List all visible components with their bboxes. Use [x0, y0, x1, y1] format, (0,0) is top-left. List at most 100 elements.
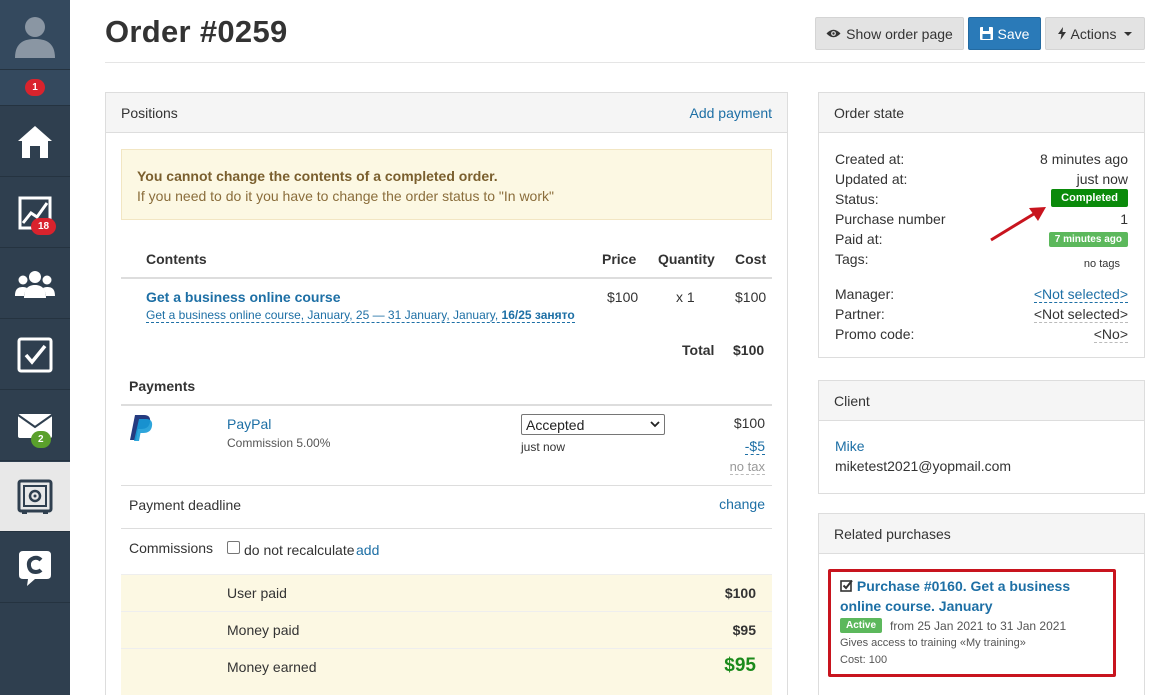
checkbox-icon: [17, 337, 53, 372]
save-button[interactable]: Save: [968, 17, 1041, 50]
alert-text: If you need to do it you have to change …: [137, 188, 554, 204]
order-state-header: Order state: [819, 93, 1144, 133]
item-offer-link[interactable]: Get a business online course, January, 2…: [146, 308, 575, 323]
purchase-link[interactable]: Purchase #0160. Get a business online co…: [840, 578, 1070, 614]
eye-icon: [826, 29, 841, 38]
positions-panel: Positions Add payment You cannot change …: [105, 92, 788, 695]
floppy-icon: [979, 27, 993, 40]
notifications[interactable]: 1: [0, 70, 70, 106]
user-icon: [15, 16, 55, 58]
commissions-label: Commissions: [129, 540, 214, 556]
users-icon: [15, 270, 55, 298]
purchase-title-row[interactable]: Purchase #0160. Get a business online co…: [840, 576, 1110, 616]
messages-badge: 2: [31, 431, 51, 448]
col-price: Price: [602, 251, 637, 267]
payment-deadline-label: Payment deadline: [129, 497, 242, 513]
partner-select-link[interactable]: <Not selected>: [1033, 306, 1128, 323]
sidebar-item-users[interactable]: [0, 249, 70, 319]
client-header: Client: [819, 381, 1144, 421]
total-label: Total: [682, 342, 715, 358]
promo-code-link[interactable]: <No>: [1093, 326, 1128, 343]
related-purchases-header: Related purchases: [819, 514, 1144, 554]
payment-status-select[interactable]: Accepted: [521, 414, 665, 435]
payments-bottom-divider: [121, 485, 772, 486]
completed-order-alert: You cannot change the contents of a comp…: [121, 149, 772, 220]
purchase-status-badge: Active: [840, 618, 883, 633]
client-name-link[interactable]: Mike: [835, 438, 865, 454]
order-state-panel: Order state Created at: 8 minutes ago Up…: [818, 92, 1145, 358]
manager-label: Manager:: [835, 286, 895, 302]
caret-down-icon: [1124, 31, 1133, 36]
purchase-number-label: Purchase number: [835, 211, 946, 227]
sidebar-item-messages[interactable]: 2: [0, 391, 70, 461]
tags-label: Tags:: [835, 251, 869, 267]
sidebar: 1 18 2: [0, 0, 70, 695]
summary-row: Money earned $95: [121, 648, 772, 695]
money-earned-value: $95: [724, 655, 756, 676]
sidebar-item-stats[interactable]: 18: [0, 178, 70, 248]
summary-value: $95: [732, 622, 756, 638]
sidebar-item-home[interactable]: [0, 107, 70, 177]
summary-label: User paid: [227, 585, 287, 601]
created-at-value: 8 minutes ago: [1040, 151, 1128, 167]
payments-title: Payments: [129, 378, 196, 394]
sidebar-item-tasks[interactable]: [0, 320, 70, 390]
summary-row: Money paid $95: [121, 611, 772, 648]
annotation-arrow-icon: [990, 207, 1046, 242]
client-panel: Client Mike miketest2021@yopmail.com: [818, 380, 1145, 494]
payment-fee-link[interactable]: -$5: [744, 438, 765, 455]
show-order-page-label: Show order page: [846, 25, 953, 42]
client-title: Client: [834, 392, 870, 409]
summary-label: Money paid: [227, 622, 300, 638]
payment-deadline-change-link[interactable]: change: [719, 496, 765, 512]
col-quantity: Quantity: [658, 251, 715, 267]
save-label: Save: [997, 25, 1030, 42]
payment-amount: $100: [733, 415, 765, 431]
tags-value[interactable]: no tags: [1084, 258, 1120, 270]
item-quantity: x 1: [676, 289, 695, 305]
alert-title: You cannot change the contents of a comp…: [137, 168, 498, 184]
chevron-down-icon: [650, 421, 660, 428]
promo-code-label: Promo code:: [835, 326, 915, 342]
add-commission-link[interactable]: add: [356, 542, 379, 558]
positions-panel-header: Positions Add payment: [106, 93, 787, 133]
partner-label: Partner:: [835, 306, 885, 322]
total-value: $100: [733, 342, 765, 358]
page-title: Order #0259: [105, 14, 288, 49]
related-purchases-panel: Related purchases Purchase #0160. Get a …: [818, 513, 1145, 695]
payment-tax-link[interactable]: no tax: [729, 459, 765, 475]
updated-at-label: Updated at:: [835, 171, 908, 187]
payment-method-link[interactable]: PayPal: [227, 416, 271, 432]
positions-title: Positions: [121, 104, 178, 121]
paid-at-label: Paid at:: [835, 231, 883, 247]
stats-badge: 18: [31, 218, 57, 235]
item-subtitle: Get a business online course, January, 2…: [146, 308, 499, 322]
home-icon: [18, 125, 52, 158]
manager-select-link[interactable]: <Not selected>: [1033, 286, 1128, 303]
actions-dropdown-button[interactable]: Actions: [1045, 17, 1145, 50]
payment-status-value: Accepted: [526, 416, 585, 433]
item-price: $100: [607, 289, 639, 305]
deadline-divider: [121, 528, 772, 529]
do-not-recalculate-checkbox[interactable]: [227, 541, 240, 554]
client-email: miketest2021@yopmail.com: [835, 458, 1012, 474]
sidebar-item-chat[interactable]: [0, 533, 70, 603]
item-name-link[interactable]: Get a business online course: [146, 289, 341, 305]
show-order-page-button[interactable]: Show order page: [815, 17, 964, 50]
actions-label: Actions: [1070, 25, 1117, 42]
payment-time: just now: [521, 440, 566, 454]
sidebar-item-sales[interactable]: [0, 462, 70, 532]
header-divider: [105, 62, 1145, 63]
payments-divider: [121, 404, 772, 406]
notifications-badge: 1: [25, 79, 45, 96]
purchase-access: Gives access to training «My training»: [840, 637, 1026, 649]
user-avatar[interactable]: [0, 0, 70, 70]
lightning-icon: [1057, 27, 1066, 40]
status-badge[interactable]: Completed: [1051, 189, 1128, 207]
payment-commission: Commission 5.00%: [227, 436, 331, 450]
created-at-label: Created at:: [835, 151, 905, 167]
item-cost: $100: [735, 289, 767, 305]
summary-row: User paid $100: [121, 574, 772, 611]
add-payment-link[interactable]: Add payment: [690, 105, 773, 121]
item-seats: 16/25 занято: [501, 308, 575, 322]
